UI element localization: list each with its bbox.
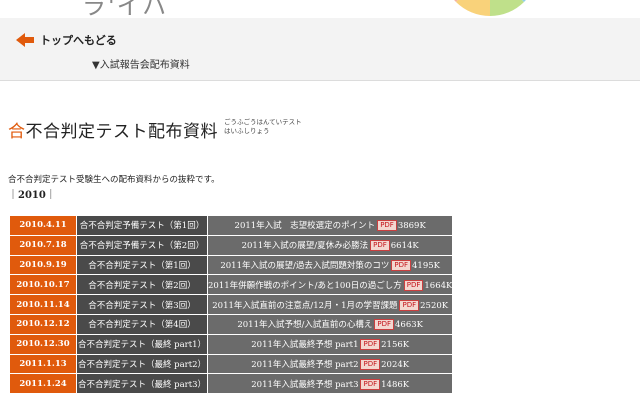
row-document: 2011年入試最終予想 part3 PDF 1486K <box>207 374 453 395</box>
table-row: 2010.12.12 合不合判定テスト（第4回） 2011年入試予想/入試直前の心構… <box>10 314 453 335</box>
row-document: 2011年入試 志望校選定のポイント PDF 3869K <box>207 216 453 236</box>
table-row: 2010.9.19 合不合判定テスト（第1回） 2011年入試の展望/過去入試問題対… <box>10 255 453 276</box>
file-size: 1486K <box>381 379 410 390</box>
file-size: 1664K <box>424 280 453 291</box>
row-test-name: 合不合判定予備テスト（第2回） <box>76 235 207 256</box>
year-label: 2010 <box>18 190 46 201</box>
handout-table: 2010.4.11 合不合判定予備テスト（第1回） 2011年入試 志望校選定のポイ… <box>10 216 453 395</box>
file-size: 3869K <box>397 221 426 232</box>
row-test-name: 合不合判定テスト（最終 part1） <box>76 334 207 355</box>
row-document: 2011年入試最終予想 part2 PDF 2024K <box>207 354 453 375</box>
site-logo-text: ラ'イハ <box>82 0 169 18</box>
document-link[interactable]: 2011年入試の展望/夏休み必勝法 PDF 6614K <box>241 240 419 252</box>
table-row: 2010.7.18 合不合判定予備テスト（第2回） 2011年入試の展望/夏休み必勝… <box>10 235 453 256</box>
pdf-icon[interactable]: PDF <box>360 378 381 390</box>
table-row: 2011.1.13 合不合判定テスト（最終 part2） 2011年入試最終予想 p… <box>10 354 453 375</box>
row-test-name: 合不合判定予備テスト（第1回） <box>76 216 207 236</box>
pdf-icon[interactable]: PDF <box>360 358 381 370</box>
page-title-reading-line2: はいふしりょう <box>224 127 270 135</box>
row-document: 2011年入試最終予想 part1 PDF 2156K <box>207 334 453 355</box>
year-bracket-open: ｜ <box>8 190 18 201</box>
table-row: 2011.1.24 合不合判定テスト（最終 part3） 2011年入試最終予想 p… <box>10 374 453 395</box>
document-title: 2011年入試の展望/過去入試問題対策のコツ <box>220 260 390 271</box>
year-marker: ｜2010｜ <box>8 186 56 201</box>
row-date: 2010.12.12 <box>10 314 76 335</box>
navigation-bar: トップへもどる ▼入試報告会配布資料 <box>0 18 640 81</box>
pdf-icon[interactable]: PDF <box>403 279 424 291</box>
row-document: 2011年入試直前の注意点/12月・1月の学習課題 PDF 2520K <box>207 295 453 315</box>
page-title-reading: ごうふごうはんていテスト はいふしりょう <box>224 118 304 136</box>
row-date: 2010.7.18 <box>10 235 76 256</box>
row-test-name: 合不合判定テスト（第2回） <box>76 275 207 296</box>
breadcrumb[interactable]: ▼入試報告会配布資料 <box>92 56 190 71</box>
row-test-name: 合不合判定テスト（第4回） <box>76 314 207 335</box>
file-size: 2024K <box>381 359 410 370</box>
row-test-name: 合不合判定テスト（最終 part2） <box>76 354 207 375</box>
document-title: 2011年入試最終予想 part3 <box>251 379 359 390</box>
row-test-name: 合不合判定テスト（第1回） <box>76 255 207 276</box>
page-title-text: 不合判定テスト配布資料 <box>25 122 218 142</box>
row-date: 2010.12.30 <box>10 334 76 355</box>
pdf-icon[interactable]: PDF <box>377 220 397 232</box>
intro-text: 合不合判定テスト受験生への配布資料からの抜粋です。 <box>8 175 220 185</box>
document-title: 2011年入試 志望校選定のポイント <box>234 221 376 232</box>
left-arrow-icon <box>16 33 34 47</box>
file-size: 4663K <box>395 320 423 331</box>
document-link[interactable]: 2011年併願作戦のポイント/あと100日の過ごし方 PDF 1664K <box>208 279 453 291</box>
file-size: 2156K <box>381 340 410 351</box>
document-link[interactable]: 2011年入試予想/入試直前の心構え PDF 4663K <box>237 319 423 331</box>
file-size: 6614K <box>390 241 419 252</box>
document-link[interactable]: 2011年入試直前の注意点/12月・1月の学習課題 PDF 2520K <box>212 299 449 311</box>
row-date: 2010.9.19 <box>10 255 76 276</box>
table-row: 2010.10.17 合不合判定テスト（第2回） 2011年併願作戦のポイント/あと… <box>10 275 453 296</box>
year-bracket-close: ｜ <box>45 190 56 201</box>
table-row: 2010.11.14 合不合判定テスト（第3回） 2011年入試直前の注意点/12月… <box>10 295 453 315</box>
document-title: 2011年入試の展望/夏休み必勝法 <box>241 241 369 252</box>
page-title: 合不合判定テスト配布資料 <box>8 117 218 142</box>
page-title-reading-line1: ごうふごうはんていテスト <box>224 118 302 126</box>
row-test-name: 合不合判定テスト（最終 part3） <box>76 374 207 395</box>
document-link[interactable]: 2011年入試の展望/過去入試問題対策のコツ PDF 4195K <box>220 259 440 271</box>
document-title: 2011年併願作戦のポイント/あと100日の過ごし方 <box>208 280 402 291</box>
row-date: 2011.1.24 <box>10 374 76 395</box>
document-title: 2011年入試直前の注意点/12月・1月の学習課題 <box>212 300 398 311</box>
pdf-icon[interactable]: PDF <box>360 339 381 351</box>
pdf-icon[interactable]: PDF <box>391 259 411 271</box>
back-to-top-link[interactable]: トップへもどる <box>16 32 117 48</box>
document-title: 2011年入試最終予想 part1 <box>251 340 359 351</box>
document-title: 2011年入試予想/入試直前の心構え <box>237 320 373 331</box>
row-document: 2011年入試の展望/過去入試問題対策のコツ PDF 4195K <box>207 255 453 276</box>
row-document: 2011年併願作戦のポイント/あと100日の過ごし方 PDF 1664K <box>207 275 453 296</box>
document-link[interactable]: 2011年入試最終予想 part2 PDF 2024K <box>251 358 410 370</box>
pdf-icon[interactable]: PDF <box>399 299 420 311</box>
row-date: 2010.10.17 <box>10 275 76 296</box>
row-date: 2010.4.11 <box>10 216 76 236</box>
document-title: 2011年入試最終予想 part2 <box>251 359 359 370</box>
row-date: 2010.11.14 <box>10 295 76 315</box>
pdf-icon[interactable]: PDF <box>370 240 390 252</box>
site-header: ラ'イハ <box>0 0 640 18</box>
row-document: 2011年入試予想/入試直前の心構え PDF 4663K <box>207 314 453 335</box>
row-test-name: 合不合判定テスト（第3回） <box>76 295 207 315</box>
document-link[interactable]: 2011年入試 志望校選定のポイント PDF 3869K <box>234 220 426 232</box>
table-row: 2010.4.11 合不合判定予備テスト（第1回） 2011年入試 志望校選定のポイ… <box>10 216 453 236</box>
site-logo-graphic <box>454 0 526 17</box>
document-link[interactable]: 2011年入試最終予想 part1 PDF 2156K <box>251 339 410 351</box>
file-size: 4195K <box>412 260 440 271</box>
page-heading: 合不合判定テスト配布資料 ごうふごうはんていテスト はいふしりょう <box>8 117 304 142</box>
file-size: 2520K <box>420 300 449 311</box>
pdf-icon[interactable]: PDF <box>374 319 394 331</box>
row-date: 2011.1.13 <box>10 354 76 375</box>
table-row: 2010.12.30 合不合判定テスト（最終 part1） 2011年入試最終予想 … <box>10 334 453 355</box>
row-document: 2011年入試の展望/夏休み必勝法 PDF 6614K <box>207 235 453 256</box>
back-to-top-label: トップへもどる <box>40 34 117 47</box>
page-title-accent: 合 <box>8 122 26 142</box>
document-link[interactable]: 2011年入試最終予想 part3 PDF 1486K <box>251 378 410 390</box>
